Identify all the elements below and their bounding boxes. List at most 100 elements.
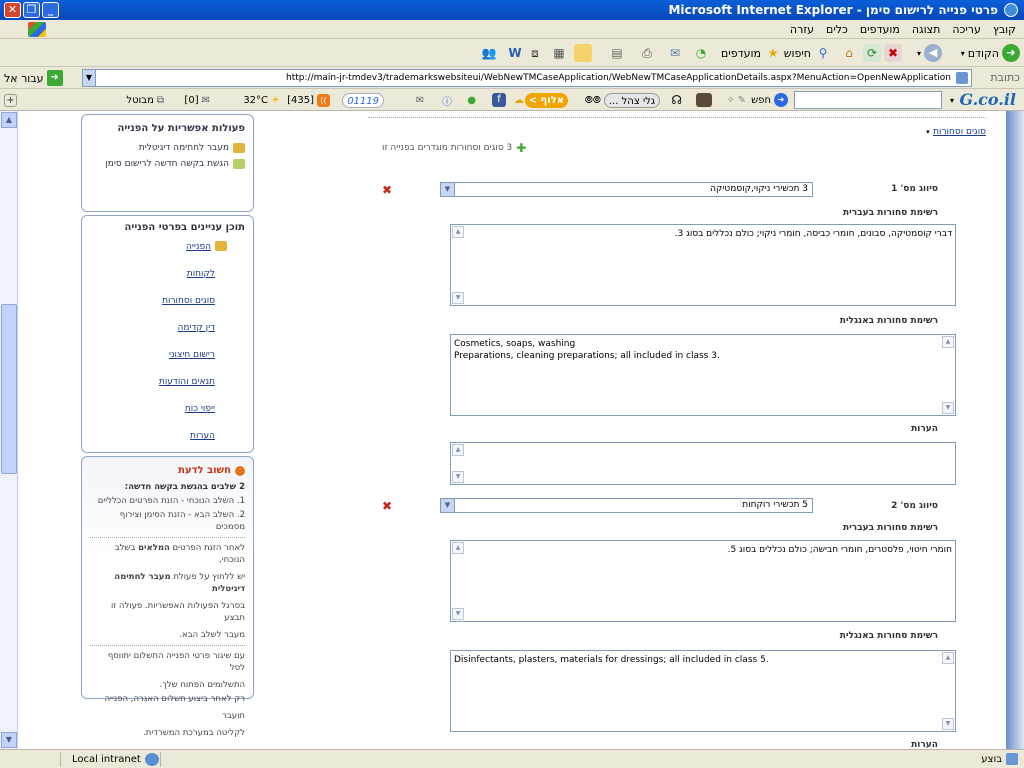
chevron-down-icon: ▾ — [916, 48, 921, 58]
mail-icon[interactable]: ✉ — [666, 44, 684, 62]
textarea-scrollbar[interactable]: ▲ ▼ — [451, 443, 465, 484]
class-1-select[interactable]: ▼ 3 תכשירי ניקוי,קוסמטיקה — [440, 182, 813, 197]
mail-icon: ✉ — [201, 94, 210, 106]
home-icon[interactable]: ⌂ — [840, 44, 858, 62]
textarea-scrollbar[interactable]: ▲ ▼ — [941, 651, 955, 731]
stop-icon[interactable]: ✖ — [884, 44, 902, 62]
class-2-hebrew-textarea[interactable]: חומרי חיטוי, פלסטרים, חומרי חבישה; כולם … — [450, 540, 956, 622]
chevron-down-icon: ▼ — [441, 499, 455, 512]
links-search-input[interactable] — [794, 91, 942, 109]
back-button[interactable]: ➜ הקודם ▾ — [961, 43, 1020, 63]
class-1-hebrew-textarea[interactable]: דברי קוסמטיקה, סבונים, חומרי כביסה, חומר… — [450, 224, 956, 306]
search-button[interactable]: ⚲ חיפוש — [784, 43, 832, 63]
address-input[interactable]: http://main-jr-tmdev3/trademarkswebsiteu… — [82, 69, 972, 87]
divider — [60, 752, 61, 767]
textarea-scrollbar[interactable]: ▲ ▼ — [451, 541, 465, 621]
globe-icon[interactable]: ● — [467, 95, 476, 106]
aluf-button[interactable]: אלוף > — [524, 92, 568, 108]
delete-class-2-icon[interactable]: ✖ — [382, 499, 392, 513]
info-text: תועבר — [222, 711, 245, 721]
menu-item[interactable]: עזרה — [790, 23, 814, 36]
edit-icon[interactable]: ▤ — [608, 44, 626, 62]
minimize-button[interactable]: _ — [42, 2, 59, 18]
blocked-button[interactable]: ⧉ מבוטל — [126, 92, 164, 108]
refresh-icon[interactable]: ⟳ — [863, 44, 881, 62]
nav-item-application[interactable]: הפנייה — [82, 239, 253, 266]
expand-icon[interactable]: + — [4, 93, 17, 107]
menu-item[interactable]: קובץ — [993, 23, 1016, 36]
word-icon[interactable]: W — [506, 44, 524, 62]
links-search-button[interactable]: ➜ חפש — [751, 92, 788, 108]
menu-item[interactable]: תצוגה — [912, 23, 940, 36]
ie-icon — [1004, 3, 1018, 17]
address-label: כתובת — [990, 71, 1020, 84]
rss-button[interactable]: )) [435] — [287, 92, 330, 108]
research-icon[interactable]: ▦ — [550, 44, 568, 62]
sparkle-icon: ✧ — [726, 94, 735, 106]
history-icon[interactable]: ◔ — [692, 44, 710, 62]
address-bar: כתובת http://main-jr-tmdev3/trademarkswe… — [0, 67, 1024, 89]
pen-icon: ✎ — [737, 94, 746, 106]
digital-signature-action[interactable]: מעבר לחתימה דיגיטלית — [82, 140, 253, 156]
radio-icon[interactable]: ☊ — [671, 93, 682, 107]
scroll-down-icon[interactable]: ▼ — [1, 732, 17, 748]
galei-radio-button[interactable]: גלי צהל ... ⦾⦾ — [585, 92, 660, 108]
restore-button[interactable]: ❐ — [23, 2, 40, 18]
section-title-link: סוגים וסחורות — [933, 127, 986, 137]
photo-icon[interactable] — [696, 93, 712, 107]
nav-item-power-of-attorney[interactable]: ייפוי כוח — [82, 401, 253, 428]
class-2-english-textarea[interactable]: Disinfectants, plasters, materials for d… — [450, 650, 956, 732]
window-title: פרטי פנייה לרישום סימן - Microsoft Inter… — [668, 3, 998, 17]
scroll-up-icon[interactable]: ▲ — [1, 112, 17, 128]
new-application-action[interactable]: הגשת בקשה חדשה לרישום סימן — [82, 156, 253, 172]
menu-item[interactable]: כלים — [826, 23, 848, 36]
go-label: עבור אל — [4, 71, 44, 85]
radio-controls-icon: ⦾⦾ — [584, 94, 601, 106]
star-icon: ★ — [767, 46, 779, 60]
facebook-icon[interactable]: f — [492, 93, 506, 107]
nav-item-clients[interactable]: לקוחות — [82, 266, 253, 293]
class-1-english-textarea[interactable]: Cosmetics, soaps, washing Preparations, … — [450, 334, 956, 416]
back-arrow-icon: ➜ — [1002, 44, 1020, 62]
nav-item-notes[interactable]: הערות — [82, 428, 253, 455]
info-title: חשוב לדעת — [82, 457, 253, 480]
mail-counter[interactable]: ✉ [0] — [184, 92, 210, 108]
info-icon[interactable]: ⓘ — [442, 93, 452, 108]
scroll-thumb[interactable] — [1, 304, 17, 474]
textarea-scrollbar[interactable]: ▲ ▼ — [451, 225, 465, 305]
actions-panel-title: פעולות אפשריות על הפנייה — [117, 123, 245, 134]
favorites-button[interactable]: ★ מועדפים — [721, 43, 782, 63]
media-icon[interactable]: ⧈ — [526, 44, 544, 62]
class-1-notes-textarea[interactable]: ▲ ▼ — [450, 442, 956, 485]
class-1-label: סיווג מס' 1 — [891, 184, 938, 194]
chevron-down-icon: ▼ — [441, 183, 455, 196]
go-button[interactable]: ➜ עבור אל — [4, 70, 63, 86]
vertical-scrollbar[interactable]: ▲ ▼ — [0, 111, 18, 749]
forward-button[interactable]: ◀ ▾ — [917, 43, 942, 63]
folder-icon[interactable] — [574, 44, 592, 62]
class-1-english-line: Cosmetics, soaps, washing — [454, 339, 576, 349]
class-2-select[interactable]: ▼ 5 תכשירי רוקחות — [440, 498, 813, 513]
nav-item-classes[interactable]: סוגים וסחורות — [82, 293, 253, 320]
info-text: התשלומים הפתוח שלך. — [159, 680, 245, 690]
delete-class-1-icon[interactable]: ✖ — [382, 183, 392, 197]
nav-item-terms[interactable]: תנאים והודעות — [82, 374, 253, 401]
highlight-tools[interactable]: ✎ ✧ — [726, 92, 746, 108]
new-document-icon — [233, 159, 245, 169]
weather-cloud-icon[interactable]: ☁ — [514, 95, 524, 106]
messenger-icon[interactable]: 👥 — [480, 44, 498, 62]
section-header[interactable]: סוגים וסחורות ▾ — [926, 124, 986, 137]
nav-item-external[interactable]: רישום חיצוני — [82, 347, 253, 374]
menu-item[interactable]: עריכה — [952, 23, 981, 36]
close-button[interactable]: ✕ — [4, 2, 21, 18]
nav-item-priority[interactable]: דין קדימה — [82, 320, 253, 347]
menu-item[interactable]: מועדפים — [860, 23, 900, 36]
chevron-down-icon: ▾ — [926, 128, 930, 136]
add-class-button[interactable]: ✚ 3 סוגים וסחורות מוגדרים בפנייה זו — [382, 141, 526, 155]
print-icon[interactable]: ⎙ — [638, 44, 656, 62]
chevron-down-icon[interactable]: ▾ — [950, 92, 954, 108]
textarea-scrollbar[interactable]: ▲ ▼ — [941, 335, 955, 415]
address-dropdown[interactable]: ▼ — [82, 69, 96, 87]
weather-widget[interactable]: ☀ 32°C — [243, 92, 280, 108]
chat-icon[interactable]: ✉ — [416, 95, 424, 106]
